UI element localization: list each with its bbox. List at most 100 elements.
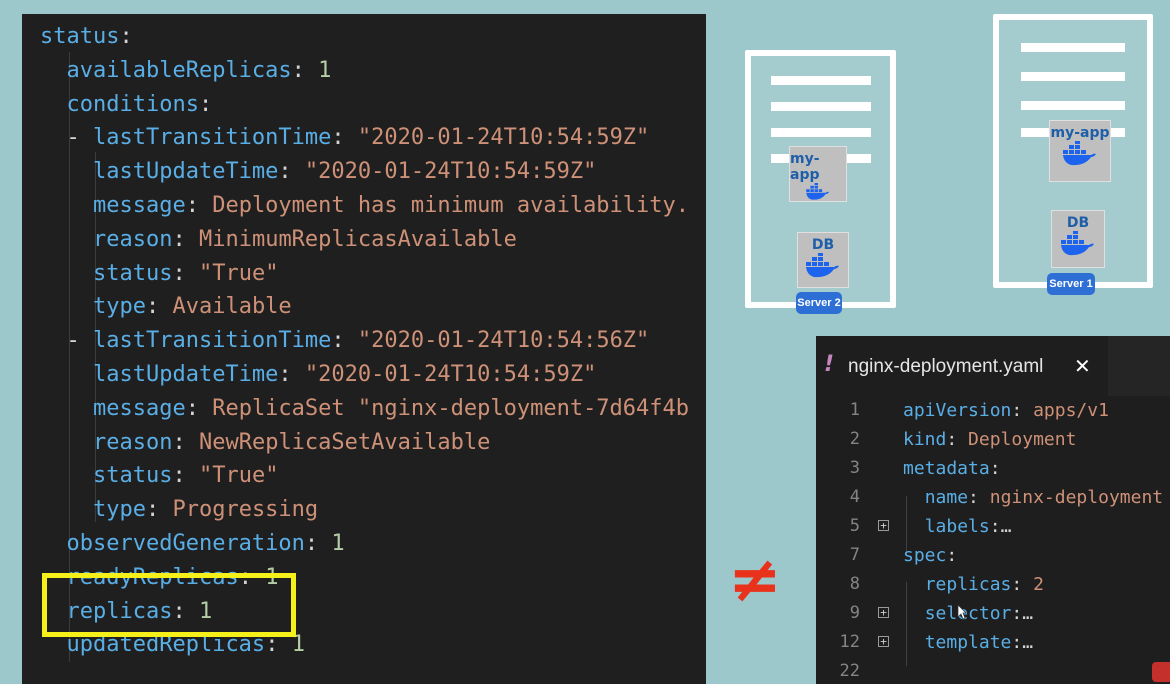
yaml-key: availableReplicas [66, 57, 292, 83]
line-number: 3 [849, 458, 860, 478]
editor-tab-bar: ! nginx-deployment.yaml ✕ [816, 336, 1170, 396]
close-tab-icon[interactable]: ✕ [1074, 354, 1091, 378]
code-sep: : [989, 458, 1001, 479]
code-value: nginx-deployment [989, 487, 1164, 508]
code-sep: : [946, 429, 969, 450]
yaml-line: - lastTransitionTime: "2020-01-24T10:54:… [40, 123, 649, 153]
code-text[interactable]: selector:… [903, 599, 1033, 628]
yaml-sep: : [278, 362, 305, 387]
yaml-indent [40, 430, 93, 455]
yaml-value: ReplicaSet "nginx-deployment-7d64f4b [212, 395, 690, 421]
yaml-sep: : [172, 260, 199, 286]
editor-line: 22 [816, 657, 1170, 684]
code-key: spec [903, 545, 947, 566]
yaml-value: "2020-01-24T10:54:59Z" [304, 362, 597, 387]
code-key: replicas [924, 574, 1012, 595]
yaml-line: observedGeneration: 1 [40, 529, 345, 559]
yaml-key: reason [92, 226, 173, 252]
my-app-label: my-app [790, 151, 820, 183]
yaml-sep: : [172, 429, 199, 455]
code-value: … [1000, 516, 1012, 537]
yaml-line: reason: MinimumReplicasAvailable [40, 225, 517, 255]
yaml-line: message: Deployment has minimum availabi… [40, 191, 689, 221]
code-text[interactable]: metadata: [903, 454, 1001, 483]
line-number: 12 [839, 632, 860, 652]
db-container: DB [797, 232, 849, 288]
youtube-play-icon[interactable] [1152, 662, 1170, 682]
line-number: 22 [839, 661, 860, 681]
server-1-badge: Server 1 [1047, 273, 1095, 295]
code-text[interactable]: labels:… [903, 512, 1012, 541]
yaml-line: reason: NewReplicaSetAvailable [40, 428, 490, 458]
expand-fold-icon[interactable]: + [878, 520, 889, 531]
code-text[interactable]: spec: [903, 541, 957, 570]
yaml-key: reason [92, 429, 173, 455]
replicas-highlight-box [42, 573, 296, 637]
yaml-sep: : [145, 294, 173, 320]
yaml-line: status: [40, 22, 133, 52]
yaml-indent [40, 294, 93, 319]
line-number: 1 [849, 400, 860, 420]
code-value: Deployment [968, 429, 1077, 450]
yaml-sep: : [185, 193, 213, 218]
yaml-key: status [92, 260, 173, 286]
code-text[interactable]: apiVersion: apps/v1 [903, 396, 1109, 425]
yaml-key: conditions [66, 91, 199, 117]
yaml-sep: : [278, 159, 305, 185]
yaml-indent [40, 58, 67, 83]
yaml-sep: : [331, 125, 358, 151]
code-sep: : [946, 545, 958, 566]
yaml-sep: : [172, 226, 199, 252]
line-number: 9 [849, 603, 860, 623]
yaml-key: lastUpdateTime [92, 159, 279, 185]
yaml-sep: : [119, 24, 133, 49]
yaml-sep: : [172, 463, 199, 489]
yaml-indent [40, 463, 93, 488]
yaml-indent [40, 531, 67, 556]
yaml-sep: : [145, 497, 173, 523]
yaml-key: lastTransitionTime [92, 328, 332, 354]
code-text[interactable]: kind: Deployment [903, 425, 1076, 454]
server-2-badge: Server 2 [796, 292, 842, 314]
yaml-sep: : [291, 57, 319, 83]
code-text[interactable]: template:… [903, 628, 1033, 657]
tab-nginx-deployment-yaml[interactable]: ! nginx-deployment.yaml ✕ [816, 336, 1108, 396]
editor-line: 5 + labels:… [816, 512, 1170, 541]
line-number: 2 [849, 429, 860, 449]
code-value: apps/v1 [1033, 400, 1109, 421]
code-text[interactable]: name: nginx-deployment [903, 483, 1163, 512]
yaml-sep: : [304, 531, 332, 556]
yaml-value: Progressing [172, 497, 319, 523]
yaml-line: status: "True" [40, 461, 278, 491]
editor-line: 9 + selector:… [816, 599, 1170, 628]
yaml-key: status [92, 463, 173, 489]
code-sep: : [1011, 603, 1023, 624]
yaml-indent [40, 362, 93, 387]
expand-fold-icon[interactable]: + [878, 636, 889, 647]
db-container: DB [1051, 210, 1105, 268]
code-text[interactable]: replicas: 2 [903, 570, 1044, 599]
yaml-indent [40, 159, 93, 184]
yaml-indent [40, 193, 93, 218]
docker-whale-icon [806, 183, 830, 200]
editor-line: 12 + template:… [816, 628, 1170, 657]
code-sep: : [1011, 574, 1034, 595]
server-line [771, 76, 871, 85]
docker-whale-icon [1063, 141, 1096, 166]
yaml-line: status: "True" [40, 259, 278, 289]
yaml-line: availableReplicas: 1 [40, 56, 332, 86]
editor-line: 7 spec: [816, 541, 1170, 570]
yaml-value: NewReplicaSetAvailable [198, 429, 491, 455]
code-key: apiVersion [903, 400, 1012, 421]
yaml-key: message [92, 395, 186, 421]
expand-fold-icon[interactable]: + [878, 607, 889, 618]
yaml-key: message [92, 193, 186, 218]
yaml-value: 1 [318, 57, 332, 83]
yaml-value: "True" [198, 260, 279, 286]
code-key: template [924, 632, 1012, 653]
not-equal-sign: ≠ [728, 543, 782, 617]
